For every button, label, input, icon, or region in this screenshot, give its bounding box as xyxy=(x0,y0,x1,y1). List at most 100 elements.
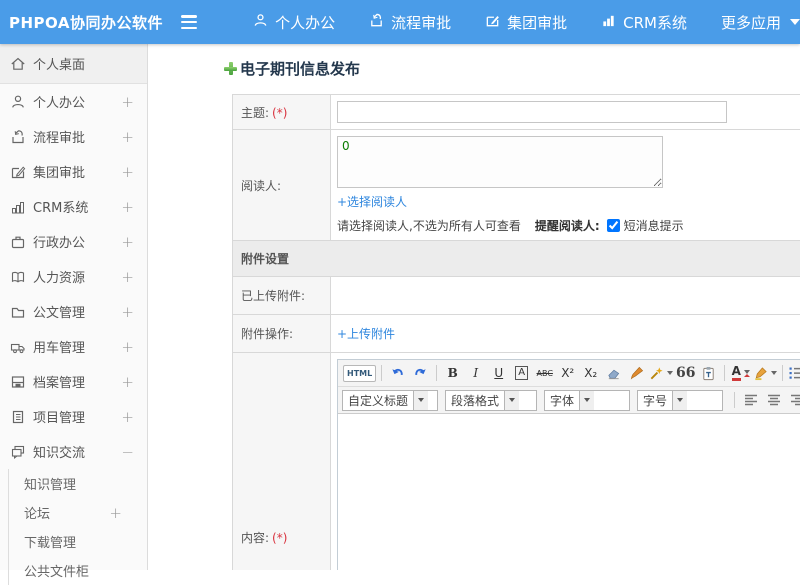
top-navbar: PHPOA协同办公软件 个人办公 流程审批 集团审批 CRM系统 更多应用 xyxy=(0,0,800,44)
user-icon xyxy=(9,93,26,110)
bold-button[interactable]: B xyxy=(442,363,463,384)
ordered-list-icon[interactable] xyxy=(788,363,800,384)
sidebar-item-project-mgmt[interactable]: 项目管理 + xyxy=(0,399,147,434)
format-brush-icon[interactable] xyxy=(626,363,647,384)
sidebar-item-vehicle-mgmt[interactable]: 用车管理 + xyxy=(0,329,147,364)
caret-down-icon xyxy=(504,391,519,410)
editor-toolbar-row2: 自定义标题 段落格式 字体 字号 xyxy=(338,387,800,414)
sidebar-item-admin-office[interactable]: 行政办公 + xyxy=(0,224,147,259)
nav-personal-office[interactable]: 个人办公 xyxy=(253,12,335,33)
edit-icon xyxy=(9,163,26,180)
superscript-button[interactable]: X² xyxy=(557,363,578,384)
sidebar-item-workflow-approval[interactable]: 流程审批 + xyxy=(0,119,147,154)
truck-icon xyxy=(9,338,26,355)
editor-content-area[interactable] xyxy=(338,414,800,570)
sidebar-item-knowledge-exchange[interactable]: 知识交流 − xyxy=(0,434,147,469)
subscript-button[interactable]: X₂ xyxy=(580,363,601,384)
select-readers-link[interactable]: +选择阅读人 xyxy=(337,195,407,209)
share-icon xyxy=(369,13,391,32)
sidebar-item-archive-mgmt[interactable]: 档案管理 + xyxy=(0,364,147,399)
book-icon xyxy=(9,268,26,285)
uploaded-attachments-row: 已上传附件: xyxy=(233,277,800,315)
nav-group-approval[interactable]: 集团审批 xyxy=(485,12,567,33)
caret-down-icon xyxy=(744,370,750,377)
eraser-icon[interactable] xyxy=(603,363,624,384)
app-title: PHPOA协同办公软件 xyxy=(0,12,181,33)
sidebar-subitem-download-mgmt[interactable]: 下载管理 xyxy=(9,527,147,556)
share-icon xyxy=(9,128,26,145)
sidebar-item-desktop[interactable]: 个人桌面 xyxy=(0,44,147,84)
top-nav-menu: 个人办公 流程审批 集团审批 CRM系统 更多应用 xyxy=(219,12,800,33)
char-border-button[interactable]: A xyxy=(511,363,532,384)
bar-chart-icon xyxy=(9,198,26,215)
chat-layers-icon xyxy=(9,443,26,460)
sidebar-subitem-knowledge-mgmt[interactable]: 知识管理 xyxy=(9,469,147,498)
uploaded-label-cell: 已上传附件: xyxy=(233,277,331,315)
sidebar-subitem-public-cabinet[interactable]: 公共文件柜 xyxy=(9,556,147,585)
editor-toolbar-row1: HTML B I U A ABC X² X₂ xyxy=(338,360,800,387)
folder-icon xyxy=(9,303,26,320)
attachment-section-header: 附件设置 xyxy=(233,241,800,277)
user-icon xyxy=(253,13,275,32)
bar-chart-icon xyxy=(601,13,623,32)
sidebar-item-document-mgmt[interactable]: 公文管理 + xyxy=(0,294,147,329)
sms-remind-checkbox[interactable] xyxy=(607,219,620,232)
highlight-color-icon[interactable] xyxy=(753,363,777,384)
strikethrough-button[interactable]: ABC xyxy=(534,363,555,384)
font-family-select[interactable]: 字体 xyxy=(544,390,630,411)
publish-form: 主题:(*) 阅读人: 0 +选择阅读人 请选择阅读人,不选为所有人可查看 提醒… xyxy=(232,94,800,570)
attachment-ops-row: 附件操作: +上传附件 xyxy=(233,315,800,353)
sidebar-item-personal-office[interactable]: 个人办公 + xyxy=(0,84,147,119)
italic-button[interactable]: I xyxy=(465,363,486,384)
sidebar: 个人桌面 个人办公 + 流程审批 + 集团审批 + CRM系统 + 行政办公 +… xyxy=(0,44,148,570)
html-source-button[interactable]: HTML xyxy=(343,365,376,382)
heading-select[interactable]: 自定义标题 xyxy=(342,390,438,411)
attachment-section-row: 附件设置 xyxy=(233,241,800,277)
sidebar-subitem-forum[interactable]: 论坛 + xyxy=(9,498,147,527)
underline-button[interactable]: U xyxy=(488,363,509,384)
content-row: 内容:(*) HTML B I U A ABC xyxy=(233,353,800,571)
sidebar-submenu-knowledge: 知识管理 论坛 + 下载管理 公共文件柜 xyxy=(8,469,147,585)
paste-text-icon[interactable] xyxy=(698,363,719,384)
archive-icon xyxy=(9,373,26,390)
nav-more-apps[interactable]: 更多应用 xyxy=(721,12,800,33)
nav-crm-system[interactable]: CRM系统 xyxy=(601,12,687,33)
content-label-cell: 内容:(*) xyxy=(233,353,331,571)
upload-attachment-link[interactable]: +上传附件 xyxy=(337,327,395,341)
blockquote-button[interactable]: 66 xyxy=(675,363,696,384)
paragraph-format-select[interactable]: 段落格式 xyxy=(445,390,537,411)
add-plus-icon xyxy=(224,62,237,75)
font-color-button[interactable]: A xyxy=(730,363,751,384)
main-content: 电子期刊信息发布 主题:(*) 阅读人: 0 +选择阅读人 请选择阅读人,不选为… xyxy=(148,44,800,570)
nav-workflow-approval[interactable]: 流程审批 xyxy=(369,12,451,33)
caret-down-icon xyxy=(790,19,800,25)
uploaded-attachments-cell xyxy=(331,277,800,315)
briefcase-icon xyxy=(9,233,26,250)
align-right-icon[interactable] xyxy=(786,390,800,411)
menu-toggle-icon[interactable] xyxy=(181,15,198,29)
sidebar-item-crm[interactable]: CRM系统 + xyxy=(0,189,147,224)
caret-down-icon xyxy=(413,391,428,410)
caret-down-icon xyxy=(667,371,673,375)
subject-label-cell: 主题:(*) xyxy=(233,95,331,130)
auto-typeset-icon[interactable] xyxy=(649,363,673,384)
redo-button[interactable] xyxy=(410,363,431,384)
sidebar-item-group-approval[interactable]: 集团审批 + xyxy=(0,154,147,189)
sidebar-item-hr[interactable]: 人力资源 + xyxy=(0,259,147,294)
align-center-icon[interactable] xyxy=(763,390,784,411)
caret-down-icon xyxy=(579,391,594,410)
readers-hint-line: 请选择阅读人,不选为所有人可查看 提醒阅读人: 短消息提示 xyxy=(337,217,800,234)
caret-down-icon xyxy=(771,371,777,375)
readers-textarea[interactable]: 0 xyxy=(337,136,663,188)
align-left-icon[interactable] xyxy=(740,390,761,411)
rich-text-editor: HTML B I U A ABC X² X₂ xyxy=(337,359,800,570)
subject-input[interactable] xyxy=(337,101,727,123)
readers-label-cell: 阅读人: xyxy=(233,130,331,241)
caret-down-icon xyxy=(672,391,687,410)
font-size-select[interactable]: 字号 xyxy=(637,390,723,411)
home-icon xyxy=(9,55,26,72)
readers-row: 阅读人: 0 +选择阅读人 请选择阅读人,不选为所有人可查看 提醒阅读人: 短消… xyxy=(233,130,800,241)
edit-icon xyxy=(485,13,507,32)
undo-button[interactable] xyxy=(387,363,408,384)
attach-op-label-cell: 附件操作: xyxy=(233,315,331,353)
